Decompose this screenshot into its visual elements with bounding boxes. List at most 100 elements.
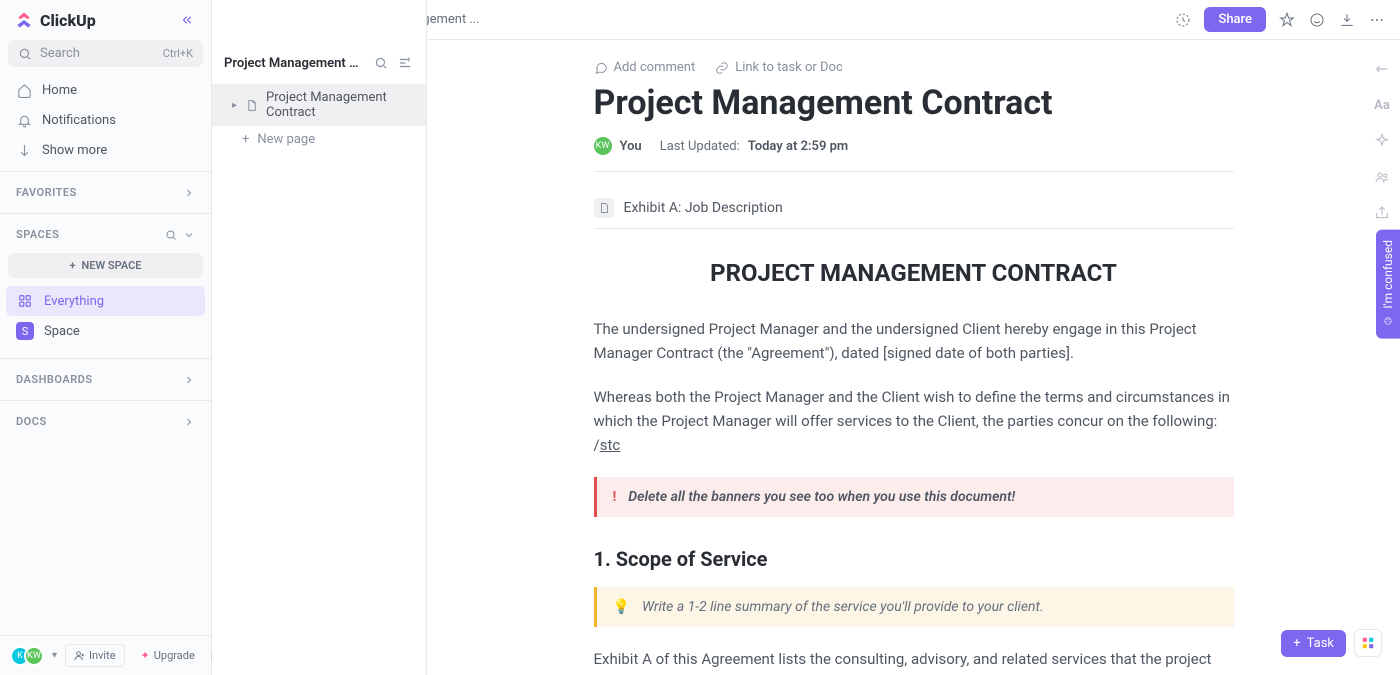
nav-home-label: Home: [42, 83, 77, 98]
collapse-sidebar-button[interactable]: [177, 10, 197, 30]
dashboards-section[interactable]: DASHBOARDS: [0, 365, 211, 394]
avatar: KW: [24, 646, 44, 666]
chevron-double-left-icon: [180, 13, 194, 27]
confused-label: I'm confused: [1381, 240, 1395, 309]
user-plus-icon: [74, 650, 85, 661]
star-icon[interactable]: [1278, 11, 1296, 29]
nav-show-more-label: Show more: [42, 143, 107, 158]
updated-label: Last Updated:: [660, 139, 740, 154]
ai-icon[interactable]: [1373, 132, 1391, 150]
share-icon[interactable]: [1373, 204, 1391, 222]
download-icon[interactable]: [1338, 11, 1356, 29]
author-avatar: KW: [594, 137, 612, 155]
search-input[interactable]: Search Ctrl+K: [8, 40, 203, 67]
space-everything-label: Everything: [44, 294, 104, 309]
share-button[interactable]: Share: [1204, 7, 1266, 32]
breadcrumb-doc[interactable]: Project Management ...: [427, 12, 480, 27]
banner-text: Write a 1-2 line summary of the service …: [642, 599, 1044, 615]
exhibit-link[interactable]: Exhibit A: Job Description: [594, 188, 1234, 229]
doc-icon: [245, 99, 258, 112]
section-heading[interactable]: 1. Scope of Service: [594, 547, 1234, 571]
docpane-page-contract[interactable]: ▸ Project Management Contract: [212, 84, 426, 126]
upgrade-label: Upgrade: [154, 649, 195, 662]
bell-icon: [16, 112, 32, 128]
grid-icon: [1361, 636, 1375, 650]
bulb-icon: 💡: [613, 599, 630, 615]
chevron-right-icon: [183, 187, 195, 199]
paragraph[interactable]: Whereas both the Project Manager and the…: [594, 385, 1234, 457]
sparkle-icon: ✦: [141, 649, 150, 662]
docpane-new-page[interactable]: + New page: [212, 126, 426, 153]
invite-button[interactable]: Invite: [65, 644, 125, 667]
new-task-button[interactable]: + Task: [1281, 630, 1346, 657]
chevron-down-icon[interactable]: [183, 229, 195, 241]
help-circle-icon: ☺: [1381, 315, 1395, 329]
hint-banner[interactable]: 💡 Write a 1-2 line summary of the servic…: [594, 587, 1234, 627]
task-label: Task: [1307, 636, 1334, 651]
people-icon[interactable]: [1373, 168, 1391, 186]
divider: [0, 213, 211, 214]
updated-time: Today at 2:59 pm: [748, 139, 849, 154]
nav-home[interactable]: Home: [0, 75, 211, 105]
banner-text: Delete all the banners you see too when …: [628, 489, 1015, 505]
search-shortcut: Ctrl+K: [163, 47, 193, 60]
add-comment-label: Add comment: [614, 60, 696, 75]
logo[interactable]: ClickUp: [14, 10, 96, 30]
search-spaces-icon[interactable]: [165, 229, 177, 241]
upgrade-button[interactable]: ✦ Upgrade: [133, 645, 203, 666]
divider: [0, 358, 211, 359]
space-item[interactable]: S Space: [6, 316, 205, 346]
docs-label: DOCS: [16, 415, 47, 428]
new-space-label: NEW SPACE: [82, 259, 142, 272]
space-everything[interactable]: Everything: [6, 286, 205, 316]
plus-icon: +: [69, 259, 75, 272]
contract-heading[interactable]: PROJECT MANAGEMENT CONTRACT: [594, 259, 1234, 287]
spaces-label: SPACES: [16, 228, 59, 241]
clickup-logo-icon: [14, 10, 34, 30]
nav-show-more[interactable]: Show more: [0, 135, 211, 165]
plus-icon: +: [242, 132, 249, 147]
confused-button[interactable]: ☺ I'm confused: [1376, 230, 1400, 339]
nav-notifications[interactable]: Notifications: [0, 105, 211, 135]
doc-icon: [594, 198, 614, 218]
avatar-stack[interactable]: K KW: [10, 646, 44, 666]
new-space-button[interactable]: + NEW SPACE: [8, 253, 203, 278]
dashboards-label: DASHBOARDS: [16, 373, 93, 386]
warning-banner[interactable]: ! Delete all the banners you see too whe…: [594, 477, 1234, 517]
doc-title[interactable]: Project Management Contract: [594, 83, 1234, 123]
docpane-page-label: Project Management Contract: [266, 90, 414, 120]
favorites-section[interactable]: FAVORITES: [0, 178, 211, 207]
apps-button[interactable]: [1354, 629, 1382, 657]
expand-icon[interactable]: [1373, 60, 1391, 78]
search-doc-button[interactable]: [372, 54, 390, 72]
paragraph[interactable]: The undersigned Project Manager and the …: [594, 317, 1234, 365]
docs-section[interactable]: DOCS: [0, 407, 211, 436]
space-badge: S: [16, 322, 34, 340]
divider: [0, 171, 211, 172]
link-task-link[interactable]: Link to task or Doc: [715, 60, 843, 75]
everything-icon: [16, 292, 34, 310]
plus-icon: +: [1293, 636, 1300, 651]
search-placeholder: Search: [40, 46, 80, 61]
invite-label: Invite: [89, 649, 116, 662]
share-label: Share: [1218, 12, 1252, 27]
typography-icon[interactable]: Aa: [1373, 96, 1391, 114]
link-task-label: Link to task or Doc: [735, 60, 843, 75]
nav-notifications-label: Notifications: [42, 113, 116, 128]
new-page-label: New page: [257, 132, 315, 147]
paragraph[interactable]: Exhibit A of this Agreement lists the co…: [594, 647, 1234, 675]
more-icon[interactable]: [1368, 11, 1386, 29]
spaces-section[interactable]: SPACES: [0, 220, 211, 249]
add-comment-link[interactable]: Add comment: [594, 60, 696, 75]
avatar-chevron[interactable]: ▾: [52, 650, 57, 661]
history-icon[interactable]: [1174, 11, 1192, 29]
settings-doc-button[interactable]: [396, 54, 414, 72]
breadcrumb: Everything / Project Management ...: [427, 12, 480, 27]
chevron-down-icon: [16, 142, 32, 158]
exhibit-label: Exhibit A: Job Description: [624, 200, 783, 216]
author-name: You: [620, 139, 642, 154]
brand-name: ClickUp: [40, 11, 96, 30]
divider: [0, 400, 211, 401]
docpane-title: Project Management Services Co...: [224, 56, 366, 71]
comment-icon[interactable]: [1308, 11, 1326, 29]
